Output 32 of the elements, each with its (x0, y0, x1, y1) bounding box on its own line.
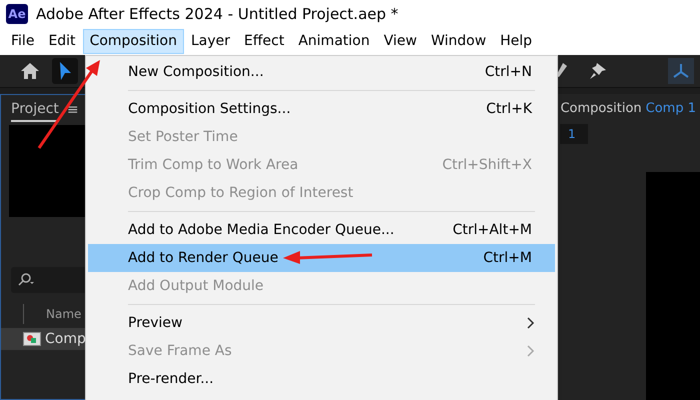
menu-item[interactable]: New Composition... Ctrl+N (88, 58, 555, 86)
menu-item[interactable]: Composition Settings... Ctrl+K (88, 95, 555, 123)
pointer-icon (58, 61, 72, 81)
window-title: Adobe After Effects 2024 - Untitled Project.aep * (36, 4, 398, 25)
menu-title[interactable]: Effect (237, 29, 292, 54)
column-header: Name (46, 306, 82, 323)
menu-title[interactable]: Edit (41, 29, 83, 54)
pin-icon[interactable] (588, 61, 608, 81)
menu-item[interactable]: Preview (88, 309, 555, 337)
menu-title[interactable]: View (376, 29, 424, 54)
app-logo-icon: Ae (6, 4, 28, 24)
selection-tool-button[interactable] (52, 58, 78, 84)
menu-title[interactable]: Window (424, 29, 494, 54)
menu-item[interactable]: Pre-render... (88, 365, 555, 393)
menu-item[interactable]: Add to Adobe Media Encoder Queue... Ctrl+Alt+M (88, 216, 555, 244)
comp-selector-field[interactable]: 1 (560, 124, 588, 144)
search-icon (17, 273, 35, 287)
comp-name-tab[interactable]: Comp 1 (646, 99, 696, 119)
menu-item[interactable]: Add to Render Queue Ctrl+M (88, 244, 555, 272)
panel-title: Composition (560, 100, 642, 118)
menu-title[interactable]: Composition (82, 29, 184, 54)
menu-title[interactable]: Animation (291, 29, 377, 54)
menu-title[interactable]: Help (493, 29, 540, 54)
menu-title[interactable]: Layer (184, 29, 238, 54)
axis-mode-button[interactable] (668, 58, 694, 84)
panel-menu-icon[interactable]: ≡ (66, 100, 79, 120)
composition-icon (23, 332, 41, 346)
project-tab[interactable]: Project (11, 98, 59, 122)
menu-title[interactable]: File (4, 29, 42, 54)
axis-icon (672, 63, 690, 79)
item-name: Comp (45, 330, 86, 348)
home-icon[interactable] (20, 62, 40, 80)
